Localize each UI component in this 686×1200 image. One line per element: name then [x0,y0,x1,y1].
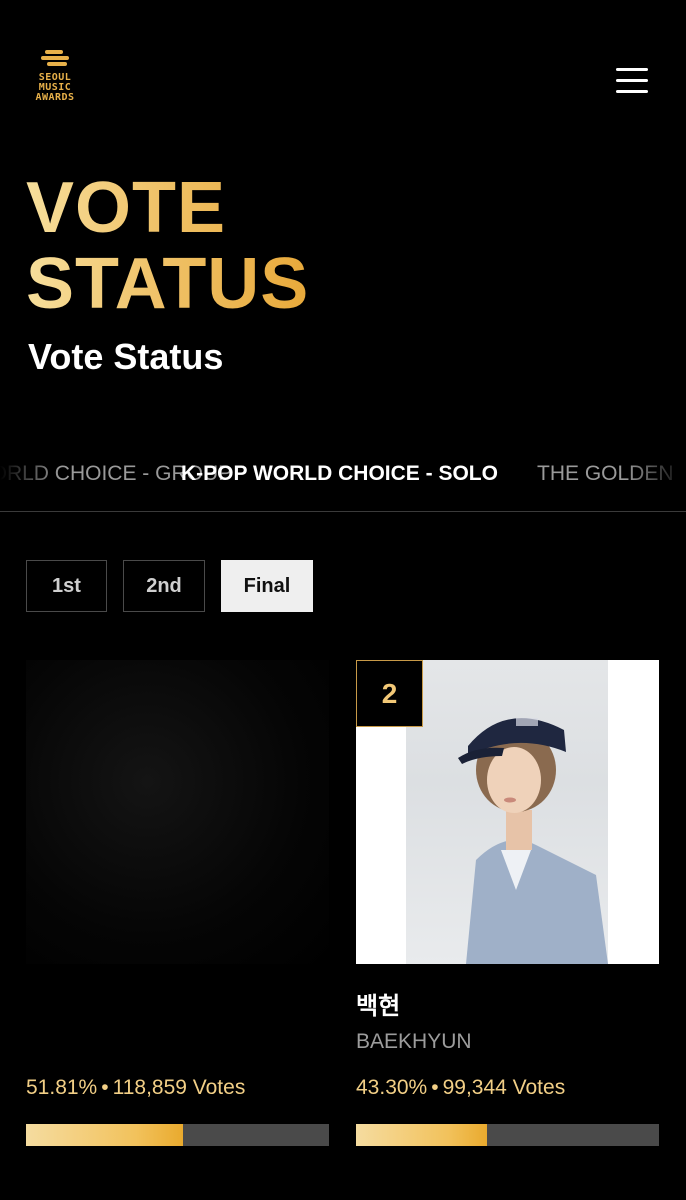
vote-status-page: SEOUL MUSIC AWARDS VOTE STATUS Vote Stat… [0,0,686,1200]
category-tabs: K-POP WORLD CHOICE - GROUP K-POP WORLD C… [0,458,686,512]
vote-progress-bar [356,1124,659,1146]
candidate-name-korean: 백현 [356,993,401,1020]
candidate-name-korean [26,986,329,1016]
vote-stats: 43.30% • 99,344 Votes [356,1076,565,1100]
candidate-photo: 2 [356,660,659,964]
logo-text-line: AWARDS [35,92,75,103]
candidate-name-english: BAEKHYUN [356,1030,472,1053]
seoul-music-awards-logo[interactable]: SEOUL MUSIC AWARDS [30,50,80,114]
vote-stats: 51.81% • 118,859 Votes [26,1076,245,1100]
round-1st-button[interactable]: 1st [26,560,107,612]
page-subtitle: Vote Status [28,336,224,377]
artist-portrait-image [458,718,608,964]
round-2nd-button[interactable]: 2nd [123,560,205,612]
separator-dot: • [101,1076,109,1099]
hero-title-line-1: VOTE [26,168,227,248]
hero-title-line-2: STATUS [26,244,310,324]
vote-count: 99,344 Votes [442,1076,566,1099]
logo-mark-icon [41,50,69,70]
vote-progress-bar [26,1124,329,1146]
vote-percentage: 51.81% [26,1076,98,1099]
vote-progress-fill [26,1124,183,1146]
round-final-button[interactable]: Final [221,560,313,612]
vote-progress-fill [356,1124,488,1146]
candidate-card[interactable]: 2 백현 BAEKHYUN 43.30% • 99,344 Votes [356,660,659,1146]
vote-percentage: 43.30% [356,1076,428,1099]
round-selector: 1st 2nd Final [26,560,313,612]
rank-badge: 2 [356,660,423,727]
candidate-photo [26,660,329,964]
candidate-name-english [26,1030,329,1056]
separator-dot: • [431,1076,439,1099]
page-hero-title: VOTE STATUS [26,170,309,322]
candidate-card[interactable]: 51.81% • 118,859 Votes [26,660,329,1146]
tab-the-golden[interactable]: THE GOLDEN [537,462,674,486]
hamburger-menu-icon[interactable] [616,68,648,94]
vote-count: 118,859 Votes [112,1076,246,1099]
tab-kpop-world-choice-solo[interactable]: K-POP WORLD CHOICE - SOLO [181,462,498,486]
